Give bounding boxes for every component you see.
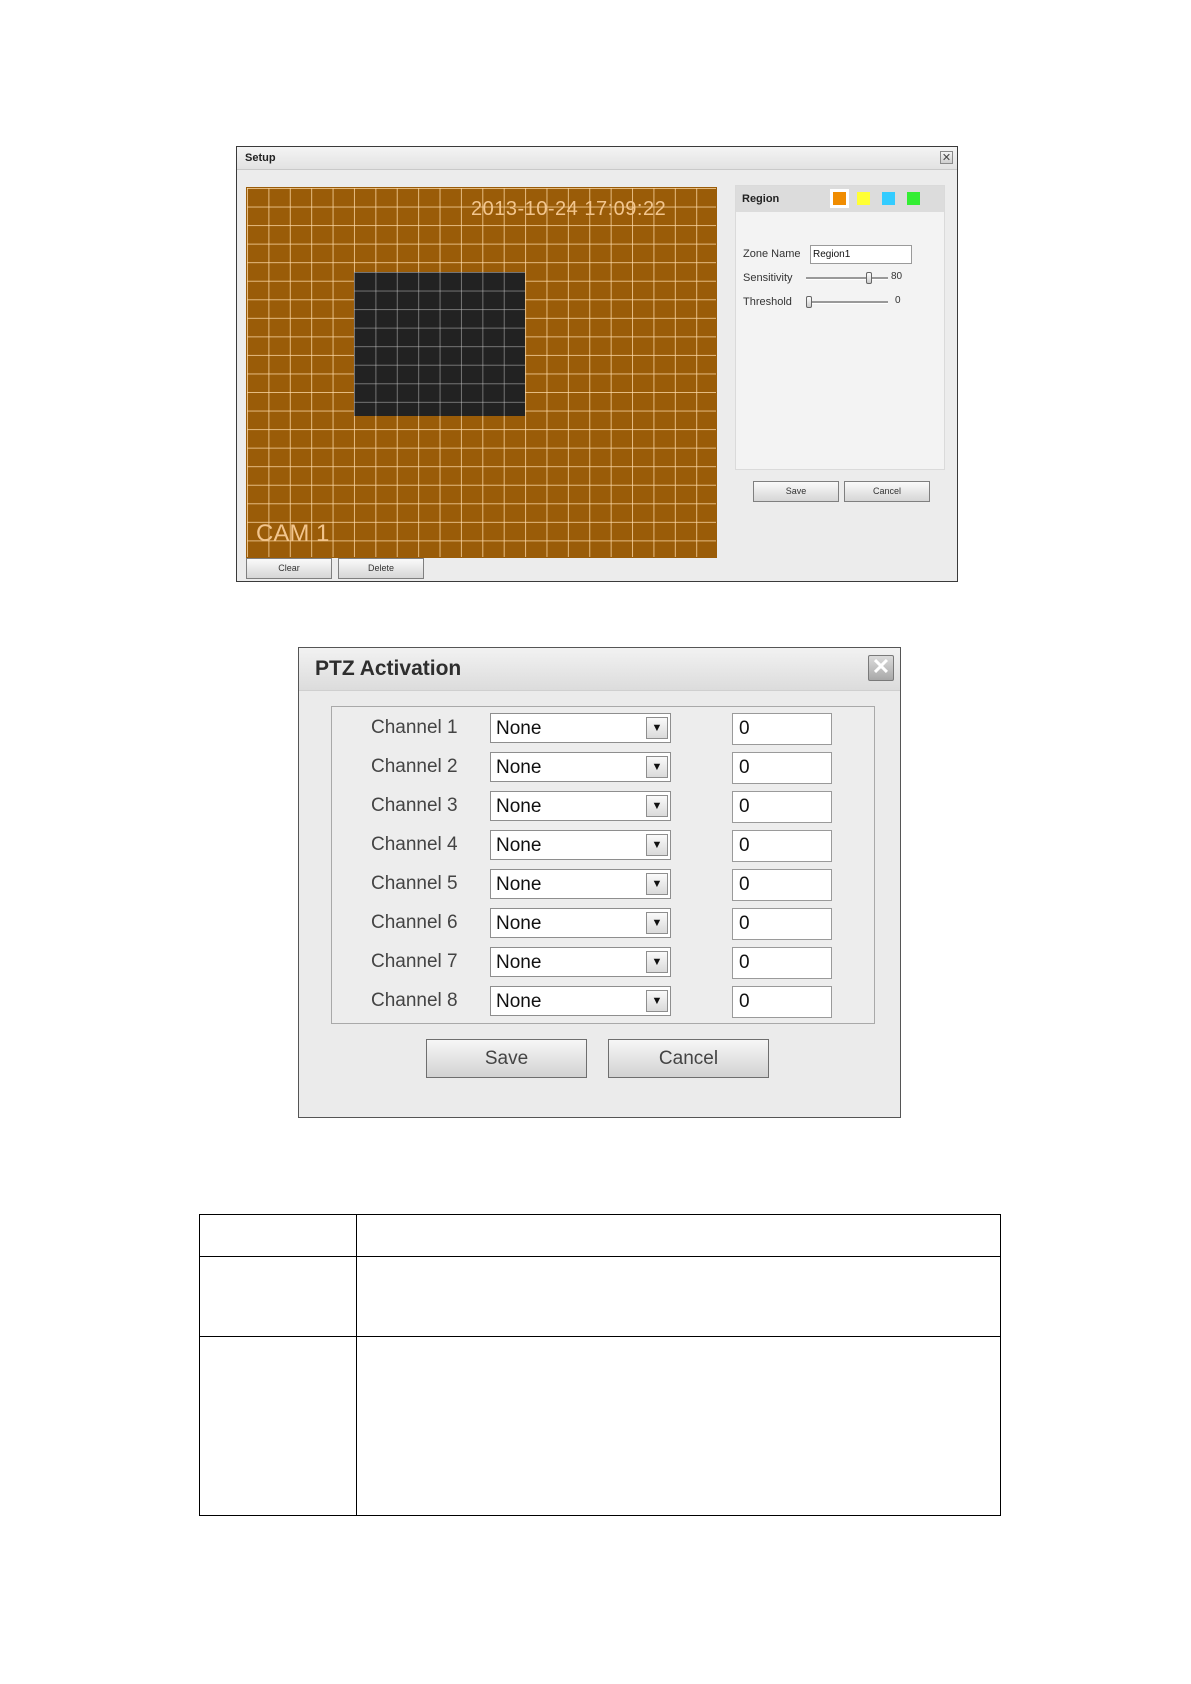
channel-type-select[interactable]: None ▼: [490, 713, 671, 743]
dropdown-arrow-icon[interactable]: ▼: [646, 951, 668, 973]
channel-value-input[interactable]: [732, 869, 832, 901]
dropdown-arrow-icon[interactable]: ▼: [646, 756, 668, 778]
video-camera-label: CAM 1: [256, 520, 330, 547]
region-header: Region: [736, 186, 944, 212]
region-panel: Region Zone Name Sensitivity 80 Threshol…: [735, 185, 945, 470]
ptz-cancel-button[interactable]: Cancel: [608, 1039, 769, 1078]
channel-row: Channel 3 None ▼: [332, 789, 874, 823]
dropdown-arrow-icon[interactable]: ▼: [646, 873, 668, 895]
channel-row: Channel 4 None ▼: [332, 828, 874, 862]
channel-type-select[interactable]: None ▼: [490, 908, 671, 938]
channel-type-value: None: [496, 796, 542, 817]
table-cell: [199, 1336, 357, 1516]
parameter-table: [199, 1214, 1001, 1516]
channel-type-value: None: [496, 757, 542, 778]
channel-type-select[interactable]: None ▼: [490, 947, 671, 977]
delete-button[interactable]: Delete: [338, 558, 424, 579]
dropdown-arrow-icon[interactable]: ▼: [646, 912, 668, 934]
channel-label: Channel 6: [371, 912, 458, 933]
dropdown-arrow-icon[interactable]: ▼: [646, 834, 668, 856]
channel-label: Channel 2: [371, 756, 458, 777]
sensitivity-value: 80: [891, 271, 903, 282]
threshold-label: Threshold: [743, 296, 792, 308]
channel-type-value: None: [496, 718, 542, 739]
region-color-blue[interactable]: [882, 192, 895, 205]
channel-label: Channel 3: [371, 795, 458, 816]
channel-value-input[interactable]: [732, 908, 832, 940]
setup-cancel-button[interactable]: Cancel: [844, 481, 930, 502]
threshold-value: 0: [895, 295, 901, 306]
channel-type-value: None: [496, 991, 542, 1012]
ptz-channel-list: Channel 1 None ▼ Channel 2 None ▼ Channe…: [331, 706, 875, 1024]
dropdown-arrow-icon[interactable]: ▼: [646, 990, 668, 1012]
channel-type-select[interactable]: None ▼: [490, 986, 671, 1016]
channel-type-select[interactable]: None ▼: [490, 752, 671, 782]
region-color-green[interactable]: [907, 192, 920, 205]
region-color-orange[interactable]: [830, 189, 849, 208]
channel-label: Channel 7: [371, 951, 458, 972]
table-cell: [356, 1336, 1001, 1516]
channel-label: Channel 5: [371, 873, 458, 894]
channel-row: Channel 5 None ▼: [332, 867, 874, 901]
channel-value-input[interactable]: [732, 986, 832, 1018]
setup-titlebar: Setup ✕: [237, 147, 957, 170]
channel-type-select[interactable]: None ▼: [490, 869, 671, 899]
channel-value-input[interactable]: [732, 752, 832, 784]
channel-row: Channel 7 None ▼: [332, 945, 874, 979]
clear-button[interactable]: Clear: [246, 558, 332, 579]
ptz-titlebar: PTZ Activation ✕: [299, 648, 900, 691]
channel-type-value: None: [496, 952, 542, 973]
channel-type-select[interactable]: None ▼: [490, 830, 671, 860]
channel-row: Channel 2 None ▼: [332, 750, 874, 784]
channel-type-value: None: [496, 835, 542, 856]
channel-label: Channel 8: [371, 990, 458, 1011]
channel-row: Channel 8 None ▼: [332, 984, 874, 1018]
table-cell: [356, 1256, 1001, 1337]
table-header-row: [199, 1214, 1001, 1257]
table-row: [199, 1256, 1001, 1337]
table-header-cell: [356, 1214, 1001, 1257]
threshold-slider-handle[interactable]: [806, 296, 812, 308]
channel-row: Channel 6 None ▼: [332, 906, 874, 940]
ptz-title: PTZ Activation: [315, 657, 462, 680]
setup-dialog: Setup ✕ 2013-10-24 17:09:22 CAM 1 Clear …: [236, 146, 958, 582]
table-header-cell: [199, 1214, 357, 1257]
channel-value-input[interactable]: [732, 830, 832, 862]
ptz-close-icon[interactable]: ✕: [868, 655, 894, 681]
table-cell: [199, 1256, 357, 1337]
video-preview-grid[interactable]: 2013-10-24 17:09:22 CAM 1: [246, 187, 717, 558]
channel-value-input[interactable]: [732, 713, 832, 745]
channel-label: Channel 4: [371, 834, 458, 855]
sensitivity-slider-track[interactable]: [806, 277, 888, 280]
video-timestamp: 2013-10-24 17:09:22: [471, 198, 667, 220]
setup-close-icon[interactable]: ✕: [940, 151, 953, 164]
channel-type-select[interactable]: None ▼: [490, 791, 671, 821]
channel-value-input[interactable]: [732, 947, 832, 979]
setup-save-button[interactable]: Save: [753, 481, 839, 502]
ptz-activation-dialog: PTZ Activation ✕ Channel 1 None ▼ Channe…: [298, 647, 901, 1118]
region-label: Region: [742, 193, 780, 205]
ptz-save-button[interactable]: Save: [426, 1039, 587, 1078]
motion-region-selection: [354, 272, 525, 416]
channel-value-input[interactable]: [732, 791, 832, 823]
region-color-yellow[interactable]: [857, 192, 870, 205]
dropdown-arrow-icon[interactable]: ▼: [646, 795, 668, 817]
zone-name-input[interactable]: [810, 245, 912, 264]
sensitivity-slider-handle[interactable]: [866, 272, 872, 284]
channel-label: Channel 1: [371, 717, 458, 738]
channel-row: Channel 1 None ▼: [332, 711, 874, 745]
threshold-slider-track[interactable]: [806, 301, 888, 304]
setup-title: Setup: [245, 152, 276, 164]
dropdown-arrow-icon[interactable]: ▼: [646, 717, 668, 739]
channel-type-value: None: [496, 913, 542, 934]
sensitivity-label: Sensitivity: [743, 272, 793, 284]
channel-type-value: None: [496, 874, 542, 895]
table-row: [199, 1336, 1001, 1516]
zone-name-label: Zone Name: [743, 248, 801, 260]
